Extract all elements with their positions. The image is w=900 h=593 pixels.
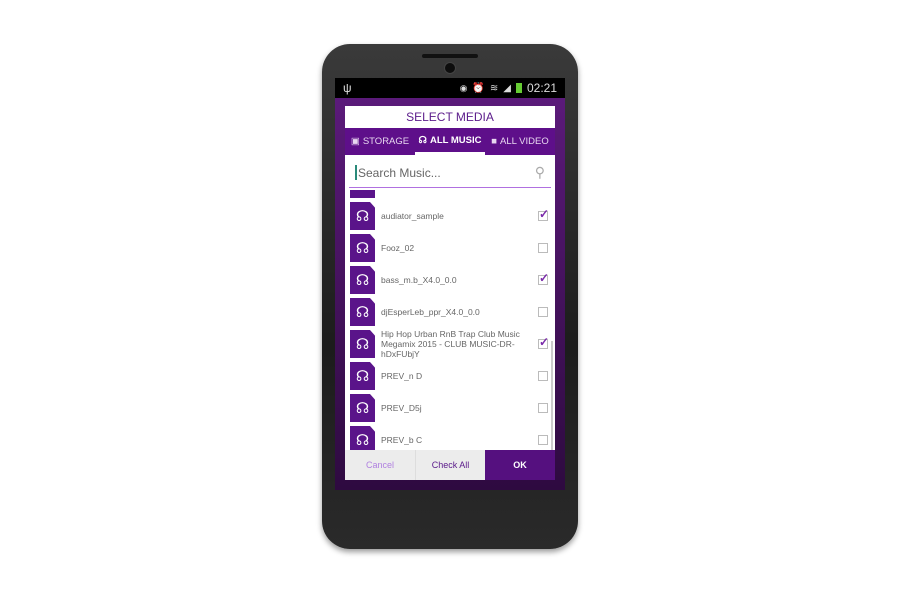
tab-storage[interactable]: ▣ STORAGE xyxy=(345,128,415,155)
music-list[interactable]: ☊banharII☊audiator_sample☊Fooz_02☊bass_m… xyxy=(345,190,555,451)
signal-icon: ◢ xyxy=(503,82,511,94)
item-checkbox[interactable] xyxy=(538,207,549,221)
video-icon: ■ xyxy=(491,136,497,147)
list-item[interactable]: ☊ audiator_sample xyxy=(345,200,555,232)
item-checkbox[interactable] xyxy=(538,371,548,381)
headphones-icon: ☊ xyxy=(350,426,375,451)
headphones-icon: ☊ xyxy=(350,190,375,198)
search-icon[interactable]: ⚲ xyxy=(535,164,545,181)
button-bar: Cancel Check All OK xyxy=(345,450,555,480)
headphones-icon: ☊ xyxy=(350,202,375,230)
select-media-dialog: SELECT MEDIA ▣ STORAGE ☊ ALL MUSIC ■ ALL VI… xyxy=(345,106,555,480)
item-checkbox[interactable] xyxy=(538,403,548,413)
item-name: Hip Hop Urban RnB Trap Club Music Megami… xyxy=(381,329,520,359)
list-item[interactable]: ☊banharII xyxy=(345,190,555,200)
search-placeholder: Search Music... xyxy=(358,165,441,180)
item-checkbox[interactable] xyxy=(538,335,549,349)
search-input[interactable]: Search Music... ⚲ xyxy=(349,158,551,188)
headphones-icon: ☊ xyxy=(350,234,375,262)
headphones-icon: ☊ xyxy=(350,394,375,422)
tab-all-music[interactable]: ☊ ALL MUSIC xyxy=(415,128,485,155)
alarm-icon: ⏰ xyxy=(472,82,485,94)
status-bar: ψ ◉ ⏰ ≋ ◢ 02:21 xyxy=(335,78,565,98)
item-name: djEsperLeb_ppr_X4.0_0.0 xyxy=(381,307,480,317)
tab-bar: ▣ STORAGE ☊ ALL MUSIC ■ ALL VIDEO xyxy=(345,128,555,155)
list-item[interactable]: ☊ Fooz_02 xyxy=(345,232,555,264)
item-checkbox[interactable] xyxy=(538,435,548,445)
screen: ψ ◉ ⏰ ≋ ◢ 02:21 SELECT MEDIA ▣ STORAGE ☊ A… xyxy=(335,78,565,490)
list-item[interactable]: ☊ Hip Hop Urban RnB Trap Club Music Megam… xyxy=(345,328,555,360)
speaker xyxy=(422,54,478,58)
list-item[interactable]: ☊ PREV_b C xyxy=(345,424,555,451)
list-item[interactable]: ☊ PREV_n D xyxy=(345,360,555,392)
item-name: Fooz_02 xyxy=(381,243,415,253)
scrollbar[interactable] xyxy=(551,341,553,451)
item-name: bass_m.b_X4.0_0.0 xyxy=(381,275,457,285)
headphones-icon: ☊ xyxy=(350,298,375,326)
item-checkbox[interactable] xyxy=(538,271,549,285)
item-checkbox[interactable] xyxy=(538,243,548,253)
usb-icon: ψ xyxy=(343,81,352,95)
headphones-icon: ☊ xyxy=(350,266,375,294)
headphones-icon: ☊ xyxy=(350,330,375,358)
list-item[interactable]: ☊ bass_m.b_X4.0_0.0 xyxy=(345,264,555,296)
item-name: PREV_D5j xyxy=(381,403,422,413)
headphones-icon: ☊ xyxy=(418,134,427,146)
check-all-button[interactable]: Check All xyxy=(415,450,485,480)
item-checkbox[interactable] xyxy=(538,307,548,317)
sd-card-icon: ▣ xyxy=(350,136,360,147)
item-name: PREV_n D xyxy=(381,371,423,381)
text-cursor xyxy=(355,165,357,180)
battery-icon xyxy=(515,83,522,93)
list-item[interactable]: ☊ djEsperLeb_ppr_X4.0_0.0 xyxy=(345,296,555,328)
camera xyxy=(444,62,456,74)
item-name: PREV_b C xyxy=(381,435,423,445)
wifi-icon: ≋ xyxy=(489,82,499,94)
dialog-title: SELECT MEDIA xyxy=(406,110,494,124)
clock: 02:21 xyxy=(526,81,557,95)
cancel-button[interactable]: Cancel xyxy=(345,450,415,480)
eye-icon: ◉ xyxy=(459,82,468,93)
tab-all-video[interactable]: ■ ALL VIDEO xyxy=(485,128,555,155)
headphones-icon: ☊ xyxy=(350,362,375,390)
item-name: audiator_sample xyxy=(381,211,444,221)
ok-button[interactable]: OK xyxy=(485,450,555,480)
list-item[interactable]: ☊ PREV_D5j xyxy=(345,392,555,424)
